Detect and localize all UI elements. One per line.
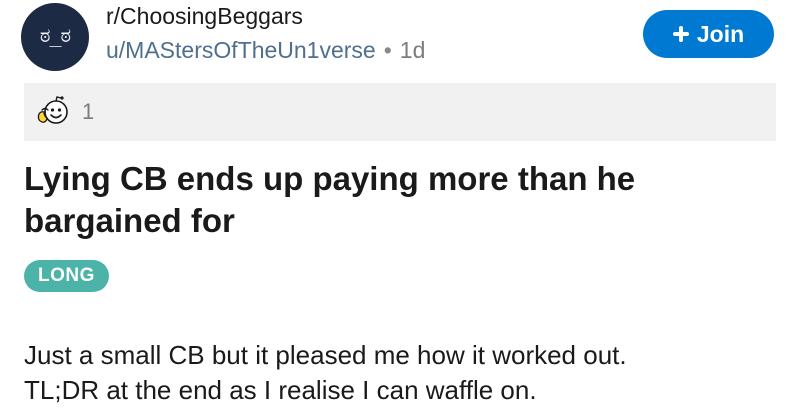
reddit-post: ಠ_ಠ r/ChoosingBeggars u/MAStersOfTheUn1v… — [0, 0, 800, 420]
join-label: Join — [696, 20, 745, 47]
post-meta: u/MAStersOfTheUn1verse • 1d — [106, 37, 425, 64]
award-bar: 1 — [24, 83, 776, 141]
subreddit-name[interactable]: r/ChoosingBeggars — [106, 3, 303, 30]
post-body: Just a small CB but it pleased me how it… — [24, 338, 784, 408]
post-age: 1d — [399, 37, 426, 63]
body-line: TL;DR at the end as I realise I can waff… — [24, 375, 537, 405]
post-title[interactable]: Lying CB ends up paying more than he bar… — [24, 158, 764, 242]
wholesome-award-icon[interactable] — [36, 96, 70, 126]
join-button[interactable]: Join — [643, 10, 774, 58]
meta-separator: • — [383, 37, 392, 63]
plus-icon — [672, 26, 689, 42]
subreddit-avatar[interactable]: ಠ_ಠ — [21, 3, 89, 71]
award-count: 1 — [82, 99, 95, 124]
avatar-face-icon: ಠ_ಠ — [39, 23, 71, 47]
post-flair[interactable]: LONG — [24, 260, 109, 292]
author-username[interactable]: u/MAStersOfTheUn1verse — [106, 37, 376, 63]
body-line: Just a small CB but it pleased me how it… — [24, 340, 627, 370]
